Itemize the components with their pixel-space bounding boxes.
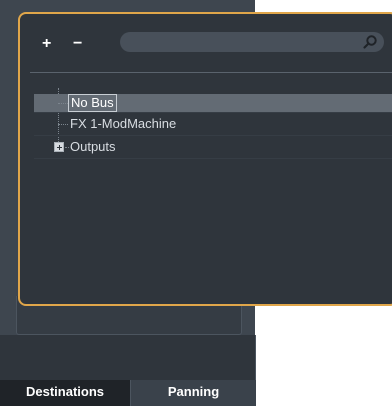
tree-item-label: FX 1-ModMachine bbox=[70, 116, 177, 131]
tree-item-outputs[interactable]: Outputs bbox=[34, 136, 392, 159]
tree-branch-line bbox=[65, 147, 69, 149]
tree-item-fx1-modmachine[interactable]: FX 1-ModMachine bbox=[34, 113, 392, 136]
plus-square-icon[interactable] bbox=[54, 142, 64, 152]
search-icon[interactable] bbox=[362, 34, 378, 55]
search-input[interactable] bbox=[120, 32, 384, 52]
tree-item-no-bus[interactable]: No Bus bbox=[34, 94, 392, 113]
remove-button[interactable]: − bbox=[73, 36, 82, 52]
tree-item-label: No Bus bbox=[68, 94, 117, 112]
toolbar-divider bbox=[30, 72, 392, 73]
add-button[interactable]: + bbox=[42, 36, 51, 52]
tab-destinations[interactable]: Destinations bbox=[0, 380, 130, 406]
background-panel-bottom bbox=[0, 335, 256, 380]
tree-item-label: Outputs bbox=[70, 139, 116, 154]
tree-branch-line bbox=[58, 124, 68, 126]
bus-tree: No Bus FX 1-ModMachine Outputs bbox=[34, 94, 392, 159]
bus-selector-popup: + − No Bus FX 1-ModMachine Outputs bbox=[18, 12, 392, 306]
tab-panning[interactable]: Panning bbox=[130, 380, 256, 406]
tree-branch-line bbox=[58, 103, 68, 105]
